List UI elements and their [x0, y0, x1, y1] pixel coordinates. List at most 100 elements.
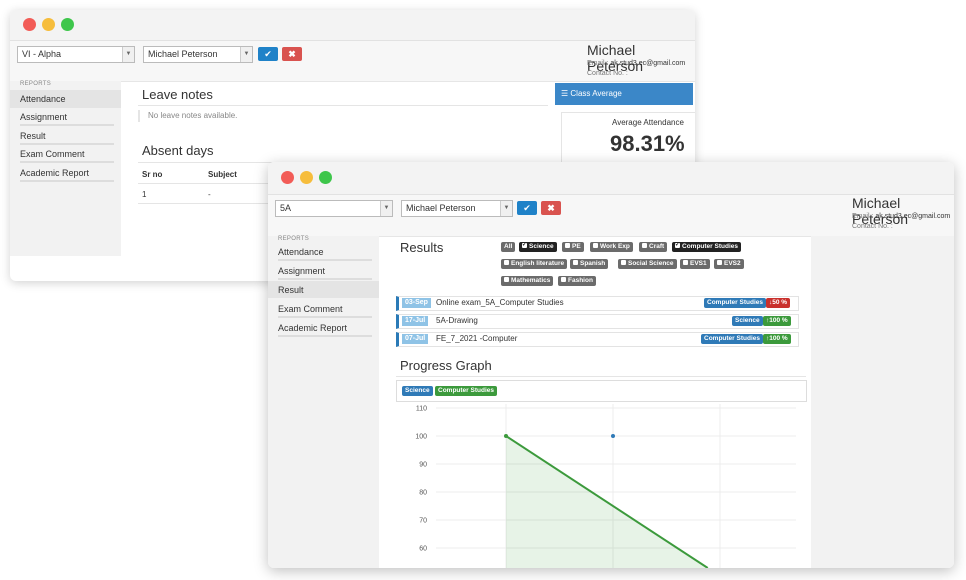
checkbox-icon: [565, 242, 570, 248]
sidebar-item-result[interactable]: Result: [278, 285, 304, 295]
divider: [20, 161, 114, 163]
filter-craft[interactable]: Craft: [639, 242, 668, 252]
result-title: Online exam_5A_Computer Studies: [436, 298, 564, 307]
result-date: 07-Jul: [402, 334, 429, 344]
checkbox-icon: [717, 259, 722, 265]
filter-label: Science: [529, 243, 554, 250]
checkbox-icon: [561, 276, 566, 282]
result-row[interactable]: 03-Sep Online exam_5A_Computer Studies C…: [396, 296, 799, 311]
sidebar-item-assignment[interactable]: Assignment: [20, 112, 67, 122]
minimize-window-button[interactable]: [42, 18, 55, 31]
class-select-value: VI - Alpha: [22, 49, 62, 59]
divider: [278, 316, 372, 318]
result-row[interactable]: 07-Jul FE_7_2021 -Computer Computer Stud…: [396, 332, 799, 347]
filter-label: Craft: [649, 243, 665, 250]
checkbox-checked-icon: [522, 240, 527, 250]
legend-science[interactable]: Science: [402, 386, 433, 396]
chevron-down-icon: ▼: [500, 201, 512, 216]
result-title: FE_7_2021 -Computer: [436, 334, 518, 343]
sidebar-item-assignment[interactable]: Assignment: [278, 266, 325, 276]
student-select-value: Michael Peterson: [148, 49, 218, 59]
close-window-button[interactable]: [23, 18, 36, 31]
maximize-window-button[interactable]: [319, 171, 332, 184]
filter-spanish[interactable]: Spanish: [570, 259, 609, 269]
y-tick-label: 100: [415, 434, 427, 441]
chart-legend: Science Computer Studies: [396, 380, 807, 402]
sidebar-item-academic-report[interactable]: Academic Report: [20, 168, 89, 178]
sidebar-item-exam-comment[interactable]: Exam Comment: [20, 149, 85, 159]
leave-notes-title: Leave notes: [142, 87, 213, 102]
filter-label: Work Exp: [600, 243, 630, 250]
divider: [20, 143, 114, 145]
apply-button[interactable]: ✔: [517, 201, 537, 215]
maximize-window-button[interactable]: [61, 18, 74, 31]
science-point: [611, 434, 615, 438]
result-row[interactable]: 17-Jul 5A-Drawing Science ↑100 %: [396, 314, 799, 329]
average-attendance-label: Average Attendance: [612, 118, 684, 127]
apply-button[interactable]: ✔: [258, 47, 278, 61]
filter-label: PE: [572, 243, 581, 250]
sidebar-item-attendance[interactable]: Attendance: [278, 247, 324, 257]
divider: [20, 124, 114, 126]
divider: [138, 105, 548, 106]
legend-computer-studies[interactable]: Computer Studies: [435, 386, 497, 396]
front-window: 5A ▼ Michael Peterson ▼ ✔ ✖ Michael Pete…: [268, 162, 954, 568]
sidebar-item-result[interactable]: Result: [20, 131, 46, 141]
filter-label: Spanish: [580, 260, 606, 267]
filter-mathematics[interactable]: Mathematics: [501, 276, 554, 286]
y-tick-label: 110: [416, 406, 427, 413]
checkbox-icon: [621, 259, 626, 265]
score-value: 50 %: [772, 299, 788, 306]
y-tick-label: 60: [419, 546, 427, 553]
divider: [278, 278, 372, 280]
student-select[interactable]: Michael Peterson ▼: [401, 200, 513, 217]
filter-computer-studies[interactable]: Computer Studies: [672, 240, 741, 252]
class-average-title: Class Average: [570, 89, 622, 98]
computer-studies-point: [504, 434, 508, 438]
average-attendance-value: 98.31%: [610, 131, 685, 156]
score-value: 100 %: [769, 335, 788, 342]
filter-label: EVS2: [724, 260, 741, 267]
checkbox-icon: [642, 242, 647, 248]
filter-label: EVS1: [690, 260, 707, 267]
filter-label: Mathematics: [511, 277, 551, 284]
close-icon: ✖: [288, 49, 296, 59]
filter-pe[interactable]: PE: [562, 242, 584, 252]
result-date: 03-Sep: [402, 298, 431, 308]
check-icon: ✔: [264, 49, 272, 59]
sidebar-item-exam-comment[interactable]: Exam Comment: [278, 304, 343, 314]
filter-work-exp[interactable]: Work Exp: [590, 242, 633, 252]
clear-button[interactable]: ✖: [541, 201, 561, 215]
email-value: ak.stud3.ec@gmail.com: [875, 213, 951, 220]
close-window-button[interactable]: [281, 171, 294, 184]
filter-all[interactable]: All: [501, 242, 516, 252]
filter-english-literature[interactable]: English literature: [501, 259, 568, 269]
minimize-window-button[interactable]: [300, 171, 313, 184]
chevron-down-icon: ▼: [122, 47, 134, 62]
divider: [138, 162, 278, 163]
filter-social-science[interactable]: Social Science: [618, 259, 677, 269]
filter-evs1[interactable]: EVS1: [680, 259, 710, 269]
sidebar-item-academic-report[interactable]: Academic Report: [278, 323, 347, 333]
filter-science[interactable]: Science: [519, 240, 557, 252]
y-tick-label: 90: [419, 462, 427, 469]
progress-chart: 110 100 90 80 70 60: [396, 404, 806, 568]
student-select[interactable]: Michael Peterson ▼: [143, 46, 253, 63]
filter-evs2[interactable]: EVS2: [714, 259, 744, 269]
subject-badge: Computer Studies: [701, 334, 763, 344]
profile-email: Email : ak.stud3.ec@gmail.com: [587, 59, 685, 69]
sidebar-heading: REPORTS: [278, 236, 309, 242]
progress-chart-svg: 110 100 90 80 70 60: [415, 404, 796, 568]
leave-notes-empty: No leave notes available.: [138, 110, 237, 122]
filter-label: Social Science: [628, 260, 674, 267]
sidebar-item-attendance[interactable]: Attendance: [20, 94, 66, 104]
sidebar-heading: REPORTS: [20, 81, 51, 87]
email-label: Email :: [587, 60, 609, 67]
filter-fashion[interactable]: Fashion: [558, 276, 596, 286]
y-tick-label: 80: [419, 490, 427, 497]
class-select[interactable]: VI - Alpha ▼: [17, 46, 135, 63]
class-select[interactable]: 5A ▼: [275, 200, 393, 217]
column-header-subject: Subject: [208, 170, 237, 179]
clear-button[interactable]: ✖: [282, 47, 302, 61]
checkbox-icon: [573, 259, 578, 265]
